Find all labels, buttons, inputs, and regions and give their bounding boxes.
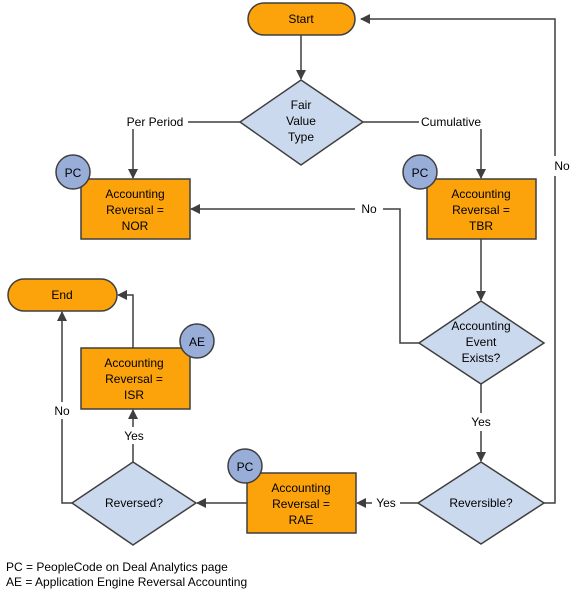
reversed-decision: Reversed? (70, 461, 198, 546)
tbr-line-2: Reversal = (452, 203, 510, 217)
isr-badge-label: AE (189, 335, 205, 349)
edge-label-aee-no: No (361, 202, 377, 216)
fair-value-line-2: Value (286, 114, 316, 128)
edge-label-per-period: Per Period (127, 115, 184, 129)
nor-line-3: NOR (122, 219, 149, 233)
rae-line-1: Accounting (271, 481, 330, 495)
edge-isr-to-end (117, 290, 134, 348)
fair-value-line-1: Fair (291, 98, 312, 112)
end-node: End (7, 278, 118, 312)
nor-badge-label: PC (65, 166, 82, 180)
nor-process: Accounting Reversal = NOR PC (55, 154, 191, 240)
tbr-process: Accounting Reversal = TBR PC (402, 154, 537, 240)
aee-line-3: Exists? (462, 351, 501, 365)
edge-label-reversible-yes: Yes (376, 496, 396, 510)
edge-reversible-no-a (544, 176, 556, 504)
nor-line-1: Accounting (105, 187, 164, 201)
isr-line-1: Accounting (104, 356, 163, 370)
edge-label-reversed-no: No (54, 404, 70, 418)
rae-line-3: RAE (289, 513, 314, 527)
end-label: End (51, 288, 72, 302)
edge-label-cumulative: Cumulative (421, 115, 481, 129)
rae-process: Accounting Reversal = RAE PC (227, 448, 357, 534)
start-label: Start (288, 12, 314, 26)
accounting-event-exists-decision: Accounting Event Exists? (417, 300, 546, 385)
fair-value-line-3: Type (288, 130, 314, 144)
edge-label-aee-yes: Yes (471, 415, 491, 429)
aee-line-2: Event (466, 335, 497, 349)
tbr-badge-label: PC (412, 166, 429, 180)
fair-value-type-decision: Fair Value Type (238, 79, 365, 166)
rae-badge-label: PC (237, 460, 254, 474)
reversible-label: Reversible? (449, 496, 513, 510)
legend-pc: PC = PeopleCode on Deal Analytics page (6, 560, 228, 574)
aee-line-1: Accounting (451, 319, 510, 333)
edge-reversed-no-a (61, 419, 72, 504)
nor-line-2: Reversal = (106, 203, 164, 217)
legend-ae: AE = Application Engine Reversal Account… (6, 575, 248, 589)
isr-line-3: ISR (124, 388, 144, 402)
flowchart: Start End Fair Value Type Accounting Rev… (7, 2, 570, 546)
edge-reversible-no-b (360, 14, 556, 156)
start-node: Start (247, 2, 356, 36)
rae-line-2: Reversal = (272, 497, 330, 511)
tbr-line-1: Accounting (451, 187, 510, 201)
edge-aee-no (383, 208, 419, 344)
reversed-label: Reversed? (105, 496, 163, 510)
isr-line-2: Reversal = (105, 372, 163, 386)
edge-label-reversible-no: No (554, 159, 570, 173)
edge-label-reversed-yes: Yes (124, 429, 144, 443)
tbr-line-3: TBR (469, 219, 493, 233)
isr-process: Accounting Reversal = ISR AE (80, 323, 215, 410)
reversible-decision: Reversible? (416, 461, 546, 545)
